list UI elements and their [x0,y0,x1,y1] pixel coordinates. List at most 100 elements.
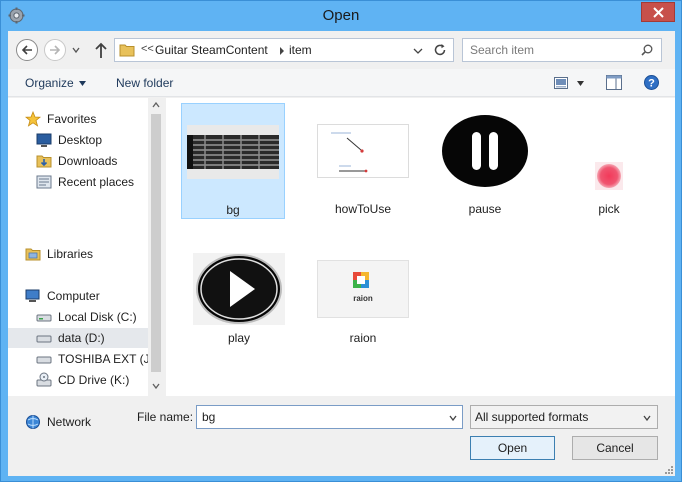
nav-item-label: TOSHIBA EXT (J:) [58,352,157,366]
nav-item-recent-places[interactable]: Recent places [36,172,134,192]
file-name-value[interactable]: bg [202,410,215,424]
file-thumbnail [311,103,415,199]
breadcrumb-item[interactable]: item [289,43,312,57]
drive-icon [36,356,52,364]
up-arrow-icon[interactable] [94,41,108,59]
file-thumbnail [557,103,661,199]
nav-item-label: Desktop [58,133,103,147]
file-thumbnail [182,104,284,200]
libraries-icon [25,248,41,261]
file-name-chevron-down-icon[interactable] [449,415,457,421]
new-folder-button[interactable]: New folder [116,76,173,90]
nav-item-computer[interactable]: Computer [25,286,100,306]
nav-item-toshiba-ext-j[interactable]: TOSHIBA EXT (J:) [36,349,157,369]
command-toolbar: Organize New folder ? [8,69,675,97]
title-bar[interactable]: Open [1,1,681,31]
open-button-label: Open [497,441,528,455]
file-item-bg[interactable]: bg [181,103,285,219]
open-dialog: Open << Guitar SteamContent item Search … [0,0,682,482]
breadcrumb-separator-icon[interactable] [279,46,285,56]
nav-item-libraries[interactable]: Libraries [25,244,93,264]
preview-pane-icon[interactable] [606,75,622,90]
desktop-icon [36,133,52,147]
drive-icon [36,335,52,343]
recent-places-icon [36,175,52,189]
star-icon [25,111,41,127]
file-thumbnail [433,103,537,199]
file-item-play[interactable]: play [187,251,291,367]
file-name-input[interactable]: bg [196,405,463,429]
instructions-thumbnail-icon [317,124,409,178]
nav-pane-scrollbar-thumb[interactable] [151,114,161,372]
play-icon [193,253,285,325]
nav-item-local-disk-c[interactable]: Local Disk (C:) [36,307,137,327]
back-button[interactable] [16,39,38,61]
file-item-raion[interactable]: raion raion [311,251,415,367]
view-options-chevron-down-icon[interactable] [577,81,584,86]
dialog-client-area: << Guitar SteamContent item Search item [8,31,675,476]
breadcrumb-guitar-steamcontent[interactable]: Guitar SteamContent [155,43,268,57]
file-name: pause [468,202,502,216]
file-item-pick[interactable]: pick [557,103,661,219]
nav-item-downloads[interactable]: Downloads [36,151,117,171]
file-name: howToUse [334,202,392,216]
address-history-chevron-down-icon[interactable] [413,47,423,55]
nav-item-label: Computer [47,289,100,303]
cancel-button-label: Cancel [596,441,634,455]
file-type-select[interactable]: All supported formats [470,405,658,429]
window-title: Open [322,7,360,24]
address-bar[interactable]: << Guitar SteamContent item [114,38,454,62]
nav-item-favorites[interactable]: Favorites [25,109,96,129]
file-item-pause[interactable]: pause [433,103,537,219]
scroll-down-arrow-icon[interactable] [152,383,160,389]
file-type-value[interactable]: All supported formats [475,410,588,424]
search-placeholder[interactable]: Search item [470,43,534,57]
close-button[interactable] [641,2,675,22]
help-icon[interactable]: ? [644,75,659,90]
cd-drive-icon [36,372,52,387]
back-arrow-icon [21,45,32,55]
file-thumbnail: raion [311,251,415,327]
navigation-pane: Favorites Desktop Downloads Recent place… [8,98,164,429]
recent-locations-chevron-down-icon[interactable] [72,46,80,54]
raion-logo-text: raion [353,294,373,303]
drive-icon [36,314,52,322]
close-icon [652,6,664,18]
search-icon[interactable] [641,44,653,56]
scroll-up-arrow-icon[interactable] [152,102,160,108]
nav-item-data-d[interactable]: data (D:) [8,328,148,348]
nav-item-label: Network [47,415,92,429]
nav-pane-scrollbar[interactable] [148,98,164,396]
file-name: pick [598,202,620,216]
organize-chevron-down-icon[interactable] [79,81,86,86]
nav-item-label: data (D:) [58,331,105,345]
nav-item-network[interactable]: Network [25,412,91,432]
resize-grip-icon[interactable] [663,464,673,474]
nav-item-cd-drive-k[interactable]: CD Drive (K:) [36,370,129,390]
forward-arrow-icon [50,45,61,55]
nav-item-label: Recent places [58,175,135,189]
forward-button[interactable] [44,39,66,61]
file-type-chevron-down-icon[interactable] [643,415,651,421]
guitar-fretboard-thumbnail-icon [187,125,279,179]
file-list: bg howToUse pause pick play raion raion [166,98,675,396]
svg-text:?: ? [648,77,655,89]
nav-item-label: Downloads [58,154,118,168]
file-item-howtouse[interactable]: howToUse [311,103,415,219]
cancel-button[interactable]: Cancel [572,436,658,460]
change-view-icon[interactable] [554,77,568,89]
nav-item-label: Local Disk (C:) [58,310,137,324]
pause-icon [440,113,530,189]
nav-item-desktop[interactable]: Desktop [36,130,102,150]
open-button[interactable]: Open [470,436,555,460]
nav-item-label: CD Drive (K:) [58,373,130,387]
search-box[interactable]: Search item [462,38,662,62]
file-name: raion [349,331,377,345]
organize-button[interactable]: Organize [25,76,74,90]
refresh-icon[interactable] [433,43,447,57]
file-name: bg [226,203,240,217]
folder-icon [119,44,135,57]
address-overflow-chevron[interactable]: << [141,43,154,55]
nav-item-label: Favorites [47,112,97,126]
network-icon [26,415,40,429]
